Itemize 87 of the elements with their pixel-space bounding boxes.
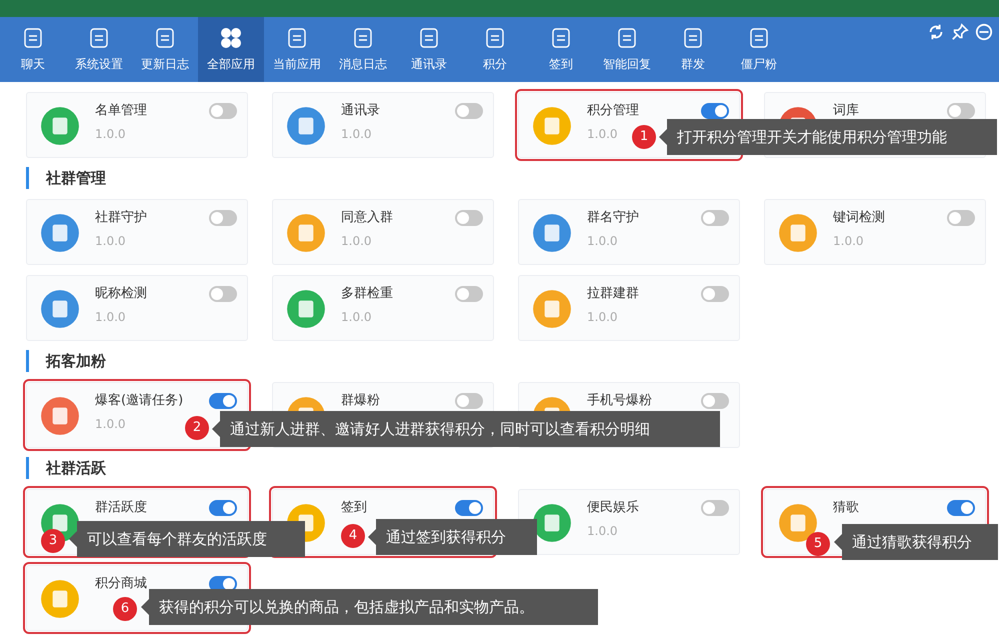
app-version: 1.0.0 — [341, 127, 372, 141]
toggle-switch[interactable] — [947, 500, 975, 516]
nav-icon — [219, 26, 243, 50]
app-version: 1.0.0 — [95, 417, 126, 431]
nav-tab[interactable]: 僵尸粉 — [726, 17, 792, 82]
app-version: 1.0.0 — [341, 234, 372, 248]
app-version: 1.0.0 — [95, 310, 126, 324]
toggle-switch[interactable] — [455, 103, 483, 119]
app-name: 群名守护 — [587, 210, 639, 226]
nav-tab[interactable]: 积分 — [462, 17, 528, 82]
toggle-switch[interactable] — [455, 286, 483, 302]
nav-tab[interactable]: 聊天 — [0, 17, 66, 82]
app-name: 便民娱乐 — [587, 500, 639, 516]
app-name: 积分商城 — [95, 576, 147, 592]
app-version: 1.0.0 — [587, 127, 618, 141]
app-icon — [531, 502, 573, 544]
nav-tab[interactable]: 通讯录 — [396, 17, 462, 82]
app-version: 1.0.0 — [587, 524, 618, 538]
app-name: 爆客(邀请任务) — [95, 393, 184, 409]
toggle-switch[interactable] — [947, 210, 975, 226]
toggle-switch[interactable] — [701, 210, 729, 226]
toggle-switch[interactable] — [209, 103, 237, 119]
app-icon — [39, 578, 81, 620]
app-version: 1.0.0 — [587, 234, 618, 248]
pin-icon[interactable] — [951, 23, 969, 41]
app-icon — [39, 105, 81, 147]
nav-tab[interactable]: 系统设置 — [66, 17, 132, 82]
toggle-switch[interactable] — [455, 393, 483, 409]
callout-tooltip: 获得的积分可以兑换的商品，包括虚拟产品和实物产品。 — [141, 589, 598, 625]
nav-tab[interactable]: 全部应用 — [198, 17, 264, 82]
toggle-switch[interactable] — [947, 103, 975, 119]
toggle-switch[interactable] — [701, 286, 729, 302]
refresh-icon[interactable] — [927, 23, 945, 41]
minimize-icon[interactable] — [975, 23, 993, 41]
callout-tooltip: 通过新人进群、邀请好人进群获得积分，同时可以查看积分明细 — [212, 411, 720, 447]
app-version: 1.0.0 — [833, 234, 864, 248]
app-icon — [531, 288, 573, 330]
section-heading: 社群管理 — [26, 167, 999, 189]
app-name: 积分管理 — [587, 103, 639, 119]
nav-tab[interactable]: 更新日志 — [132, 17, 198, 82]
app-version: 1.0.0 — [95, 234, 126, 248]
toggle-switch[interactable] — [209, 286, 237, 302]
toggle-switch[interactable] — [209, 210, 237, 226]
app-name: 群爆粉 — [341, 393, 380, 409]
app-version: 1.0.0 — [95, 127, 126, 141]
app-icon — [531, 105, 573, 147]
nav-tab[interactable]: 群发 — [660, 17, 726, 82]
app-icon — [39, 212, 81, 254]
app-icon — [285, 212, 327, 254]
toggle-switch[interactable] — [701, 103, 729, 119]
callout-tooltip: 可以查看每个群友的活跃度 — [69, 521, 305, 557]
app-name: 签到 — [341, 500, 367, 516]
callout-tooltip: 通过猜歌获得积分 — [834, 524, 998, 560]
app-icon — [285, 288, 327, 330]
app-name: 名单管理 — [95, 103, 147, 119]
app-icon — [777, 212, 819, 254]
app-name: 同意入群 — [341, 210, 393, 226]
callout-tooltip: 通过签到获得积分 — [368, 519, 537, 555]
toggle-switch[interactable] — [701, 500, 729, 516]
app-name: 词库 — [833, 103, 859, 119]
callout-tooltip: 打开积分管理开关才能使用积分管理功能 — [659, 119, 997, 155]
app-version: 1.0.0 — [341, 310, 372, 324]
app-version: 1.0.0 — [587, 310, 618, 324]
app-icon — [531, 212, 573, 254]
toggle-switch[interactable] — [209, 500, 237, 516]
app-name: 多群检重 — [341, 286, 393, 302]
app-name: 手机号爆粉 — [587, 393, 652, 409]
app-name: 拉群建群 — [587, 286, 639, 302]
section-heading: 社群活跃 — [26, 457, 999, 479]
nav-tab[interactable]: 消息日志 — [330, 17, 396, 82]
nav-tab[interactable]: 签到 — [528, 17, 594, 82]
toggle-switch[interactable] — [455, 210, 483, 226]
app-name: 社群守护 — [95, 210, 147, 226]
app-icon — [39, 288, 81, 330]
app-name: 键词检测 — [833, 210, 885, 226]
app-name: 昵称检测 — [95, 286, 147, 302]
nav-tab[interactable]: 当前应用 — [264, 17, 330, 82]
app-icon — [39, 395, 81, 437]
app-name: 猜歌 — [833, 500, 859, 516]
app-name: 通讯录 — [341, 103, 380, 119]
toggle-switch[interactable] — [209, 393, 237, 409]
section-heading: 拓客加粉 — [26, 350, 999, 372]
app-name: 群活跃度 — [95, 500, 147, 516]
toggle-switch[interactable] — [701, 393, 729, 409]
nav-tab[interactable]: 智能回复 — [594, 17, 660, 82]
toggle-switch[interactable] — [455, 500, 483, 516]
app-icon — [285, 105, 327, 147]
